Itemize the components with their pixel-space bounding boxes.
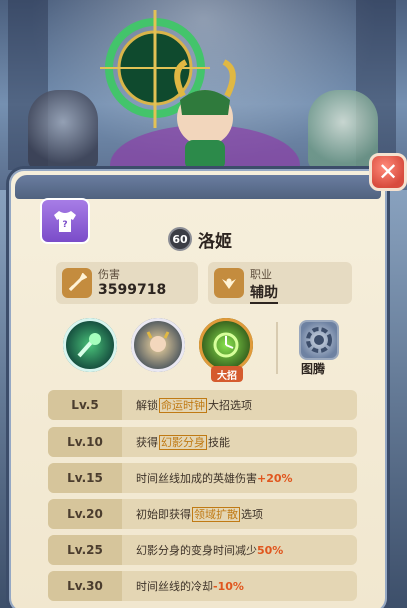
- talent-row: Lv.20 初始即获得 领域扩散 选项: [48, 499, 357, 529]
- talent-level: Lv.30: [48, 571, 122, 601]
- talent-level: Lv.20: [48, 499, 122, 529]
- shirt-icon: ?: [54, 211, 76, 232]
- talent-row: Lv.25 幻影分身的变身时间减少50%: [48, 535, 357, 565]
- close-icon: ✕: [377, 158, 399, 186]
- talent-level: Lv.10: [48, 427, 122, 457]
- skill-icon-1[interactable]: [63, 318, 117, 372]
- skill-icon-2[interactable]: [131, 318, 185, 372]
- talent-value: 50%: [257, 544, 284, 557]
- ultimate-skill-icon[interactable]: [199, 318, 253, 372]
- wings-icon: [214, 268, 244, 298]
- role-label: 职业: [250, 268, 272, 281]
- role-value: 辅助: [250, 282, 278, 304]
- talent-level: Lv.25: [48, 535, 122, 565]
- talent-desc: 时间丝线加成的英雄伤害+20%: [136, 472, 293, 485]
- talent-row: Lv.15 时间丝线加成的英雄伤害+20%: [48, 463, 357, 493]
- talent-desc: 初始即获得 领域扩散 选项: [136, 507, 263, 522]
- totem-label: 图腾: [301, 362, 326, 376]
- talent-desc: 解锁 命运时钟 大招选项: [136, 398, 252, 413]
- talent-skill-tag: 领域扩散: [192, 507, 240, 522]
- hero-name-row: 60 洛姬: [168, 226, 232, 252]
- skill-divider: [276, 322, 278, 374]
- talent-row: Lv.5 解锁 命运时钟 大招选项: [48, 390, 357, 420]
- talent-desc: 时间丝线的冷却-10%: [136, 580, 244, 593]
- close-button[interactable]: ✕: [369, 153, 407, 191]
- talent-skill-tag: 幻影分身: [159, 435, 207, 450]
- sword-icon: [62, 268, 92, 298]
- damage-label: 伤害: [98, 268, 120, 281]
- damage-stat: 伤害 3599718: [56, 262, 198, 304]
- talent-value: -10%: [213, 580, 244, 593]
- ultimate-tag: 大招: [211, 366, 243, 382]
- talent-desc: 幻影分身的变身时间减少50%: [136, 544, 284, 557]
- panel-header-bar: [15, 175, 381, 199]
- side-hero-left: [28, 90, 98, 170]
- talent-level: Lv.15: [48, 463, 122, 493]
- skin-button[interactable]: ?: [40, 198, 90, 244]
- talent-desc: 获得 幻影分身 技能: [136, 435, 230, 450]
- damage-value: 3599718: [98, 282, 167, 298]
- side-hero-right: [308, 90, 378, 170]
- talent-row: Lv.30 时间丝线的冷却-10%: [48, 571, 357, 601]
- talent-level: Lv.5: [48, 390, 122, 420]
- talent-skill-tag: 命运时钟: [159, 398, 207, 413]
- hero-level-badge: 60: [168, 227, 192, 251]
- hero-name: 洛姬: [198, 231, 232, 252]
- talent-row: Lv.10 获得 幻影分身 技能: [48, 427, 357, 457]
- role-stat[interactable]: 职业 辅助: [208, 262, 352, 304]
- talent-value: +20%: [257, 472, 293, 485]
- totem-icon[interactable]: [299, 320, 339, 360]
- svg-text:?: ?: [62, 220, 67, 230]
